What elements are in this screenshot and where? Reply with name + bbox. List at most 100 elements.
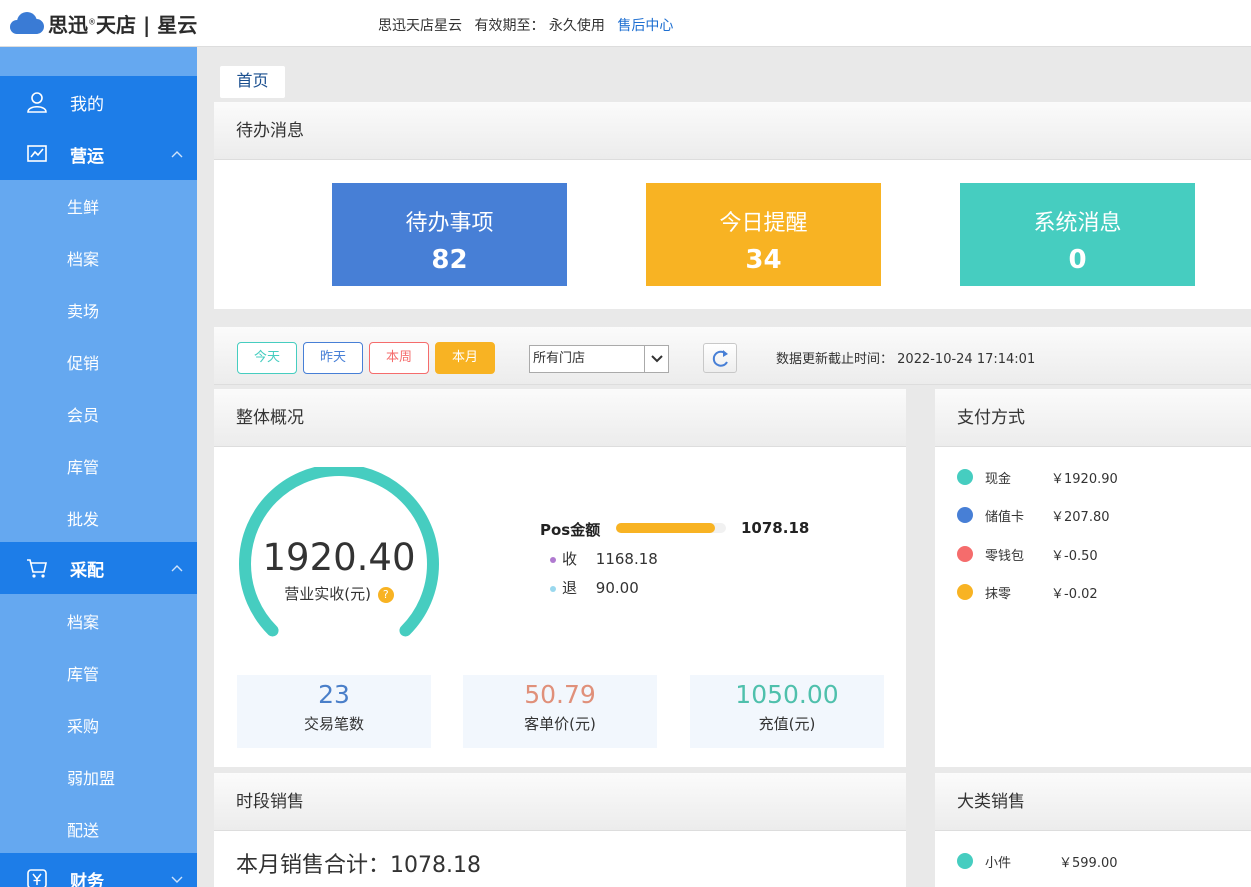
sidebar-label-finance: 财务 [70, 871, 104, 887]
category-label: 小件 [985, 855, 1012, 871]
card-value: 82 [431, 245, 468, 275]
refund-label: 退 [562, 579, 578, 597]
sidebar-item-member[interactable]: 会员 [0, 388, 197, 440]
payment-row: 储值卡 ￥207.80 [957, 503, 1110, 527]
payment-label: 储值卡 [985, 509, 1025, 525]
legend-dot [957, 546, 973, 562]
logo-text-2: 天店 | 星云 [96, 12, 198, 37]
expiry-value: 永久使用 [548, 18, 605, 34]
card-label: 今日提醒 [719, 211, 808, 236]
tab-home[interactable]: 首页 [220, 66, 285, 98]
panel-title: 整体概况 [214, 389, 906, 447]
chevron-down-icon[interactable] [644, 346, 668, 372]
today-reminder-card[interactable]: 今日提醒 34 [646, 183, 881, 286]
yen-icon [27, 869, 47, 887]
payment-value: ￥-0.50 [1051, 548, 1098, 564]
sidebar-item-promotion[interactable]: 促销 [0, 336, 197, 388]
update-time: 数据更新截止时间： 2022-10-24 17:14:01 [776, 348, 1035, 367]
sidebar-item-delivery[interactable]: 配送 [0, 803, 197, 855]
stat-value: 23 [318, 680, 350, 709]
pos-amount-bar [616, 523, 726, 533]
sidebar-item-proc-archive[interactable]: 档案 [0, 595, 197, 647]
store-name: 思迅天店星云 [378, 18, 462, 34]
sidebar-item-wholesale[interactable]: 批发 [0, 492, 197, 544]
chevron-down-icon[interactable] [171, 873, 183, 885]
legend-dot [957, 469, 973, 485]
period-sales-panel: 时段销售 本月销售合计：1078.18 [214, 773, 906, 887]
sidebar-item-operations[interactable]: 营运 [0, 128, 197, 180]
refund-dot [550, 585, 556, 592]
card-label: 待办事项 [405, 211, 494, 236]
payment-label: 现金 [985, 471, 1012, 487]
recharge-stat: 1050.00 充值(元) [690, 675, 884, 748]
overview-panel: 整体概况 1920.40 营业实收(元) ? Pos金额 1078.18 收 1… [214, 389, 906, 767]
gauge-label-row: 营业实收(元) ? [236, 583, 442, 604]
chevron-up-icon[interactable] [171, 562, 183, 574]
sidebar-item-weak-franchise[interactable]: 弱加盟 [0, 751, 197, 803]
transaction-count-stat: 23 交易笔数 [237, 675, 431, 748]
card-value: 0 [1068, 245, 1087, 275]
payment-value: ￥-0.02 [1051, 586, 1098, 602]
store-select[interactable]: 所有门店 [529, 345, 669, 373]
sidebar-item-proc-inventory[interactable]: 库管 [0, 647, 197, 699]
period-sales-total: 本月销售合计：1078.18 [236, 847, 481, 879]
top-info: 思迅天店星云 有效期至： 永久使用 售后中心 [378, 15, 681, 35]
income-value: 1168.18 [595, 550, 658, 568]
yesterday-button[interactable]: 昨天 [303, 342, 363, 374]
total-label: 本月销售合计： [236, 853, 391, 878]
sidebar-item-ops-archive[interactable]: 档案 [0, 232, 197, 284]
pos-amount-label: Pos金额 [540, 521, 601, 539]
income-row: 收 1168.18 [550, 548, 658, 569]
card-label: 系统消息 [1033, 211, 1122, 236]
gauge-label: 营业实收(元) [284, 585, 371, 603]
chevron-up-icon[interactable] [171, 148, 183, 160]
refresh-button[interactable] [703, 343, 737, 373]
pending-tasks-card[interactable]: 待办事项 82 [332, 183, 567, 286]
panel-title: 时段销售 [214, 773, 906, 831]
panel-title: 大类销售 [935, 773, 1251, 831]
pos-amount-value: 1078.18 [741, 519, 810, 537]
refresh-icon [712, 350, 728, 367]
store-select-value: 所有门店 [533, 351, 586, 366]
payment-value: ￥1920.90 [1051, 471, 1118, 487]
system-message-card[interactable]: 系统消息 0 [960, 183, 1195, 286]
this-month-button[interactable]: 本月 [435, 342, 495, 374]
filter-bar: 今天 昨天 本周 本月 所有门店 数据更新截止时间： 2022-10-24 17… [214, 327, 1251, 385]
this-week-button[interactable]: 本周 [369, 342, 429, 374]
income-dot [550, 556, 556, 563]
total-value: 1078.18 [390, 853, 481, 878]
sidebar-item-finance[interactable]: 财务 [0, 853, 197, 887]
stat-value: 1050.00 [735, 680, 839, 709]
avg-ticket-stat: 50.79 客单价(元) [463, 675, 657, 748]
payment-row: 现金 ￥1920.90 [957, 465, 1118, 489]
user-icon [27, 92, 47, 113]
card-value: 34 [745, 245, 782, 275]
legend-dot [957, 853, 973, 869]
sidebar-item-store-floor[interactable]: 卖场 [0, 284, 197, 336]
logo-text: 思迅 [48, 12, 88, 37]
sidebar-item-ops-inventory[interactable]: 库管 [0, 440, 197, 492]
stat-label: 充值(元) [758, 715, 816, 733]
pending-messages-panel: 待办消息 待办事项 82 今日提醒 34 系统消息 0 [214, 102, 1251, 309]
category-sales-panel: 大类销售 小件 ￥599.00 [935, 773, 1251, 887]
pos-amount-bar-fill [616, 523, 715, 533]
app-logo[interactable]: 思迅®天店 | 星云 [10, 8, 197, 38]
category-row: 小件 ￥599.00 [957, 849, 1118, 873]
cloud-logo-icon [10, 12, 44, 34]
payment-label: 零钱包 [985, 548, 1025, 564]
cart-icon [27, 559, 47, 578]
support-center-link[interactable]: 售后中心 [617, 18, 673, 34]
help-icon[interactable]: ? [377, 586, 394, 603]
stat-label: 客单价(元) [524, 715, 596, 733]
sidebar-item-my[interactable]: 我的 [0, 76, 197, 128]
refund-value: 90.00 [595, 579, 639, 597]
today-button[interactable]: 今天 [237, 342, 297, 374]
sidebar-label-procurement: 采配 [70, 560, 104, 581]
stat-value: 50.79 [524, 680, 596, 709]
stat-label: 交易笔数 [303, 715, 364, 733]
payment-methods-panel: 支付方式 现金 ￥1920.90 储值卡 ￥207.80 零钱包 ￥-0.50 … [935, 389, 1251, 767]
sidebar-item-purchase[interactable]: 采购 [0, 699, 197, 751]
update-time-label: 数据更新截止时间： [776, 352, 894, 367]
sidebar-item-procurement[interactable]: 采配 [0, 542, 197, 594]
sidebar-item-fresh[interactable]: 生鲜 [0, 180, 197, 232]
